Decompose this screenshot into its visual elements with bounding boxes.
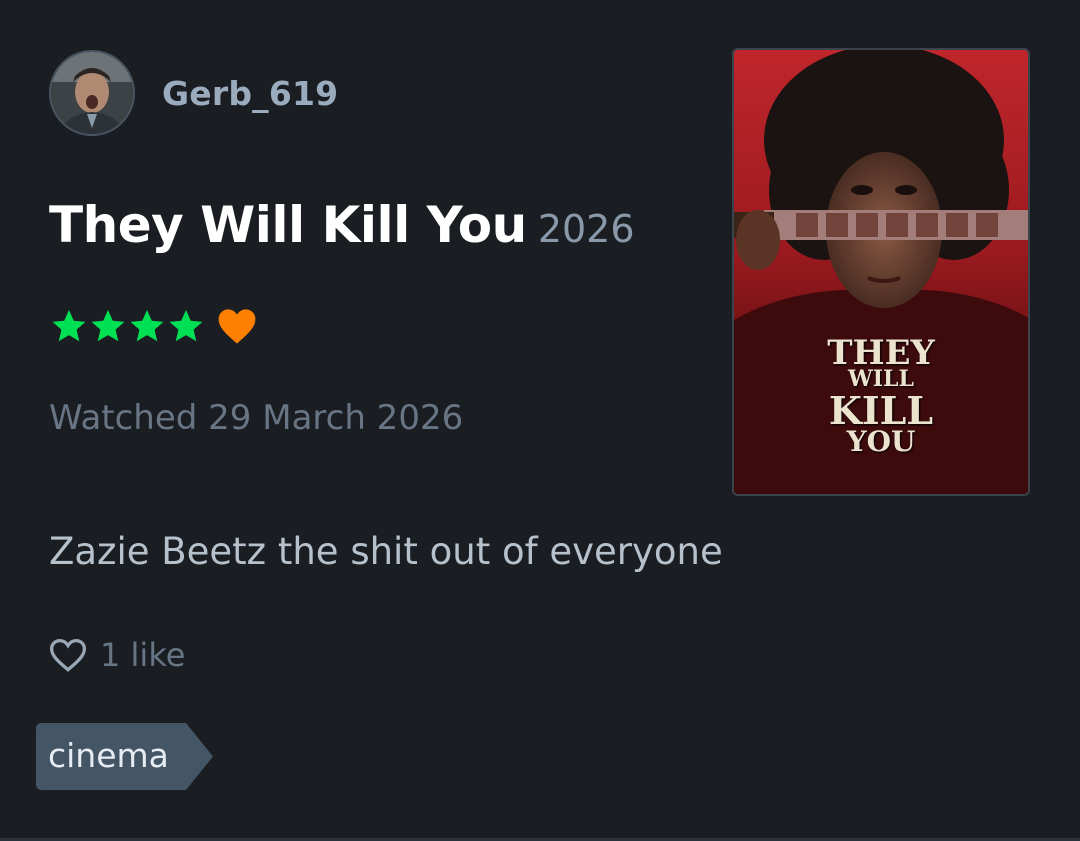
poster-title-line: YOU (846, 425, 916, 458)
heart-outline-icon[interactable] (48, 637, 88, 673)
like-button[interactable]: 1 like (48, 636, 185, 674)
avatar[interactable] (49, 50, 135, 136)
film-title[interactable]: They Will Kill You (49, 196, 527, 254)
watched-date: Watched 29 March 2026 (49, 398, 464, 438)
tag-cinema[interactable]: cinema (36, 723, 214, 790)
star-icon (169, 309, 203, 342)
star-icon (52, 309, 86, 342)
poster-title-line: THEY (827, 333, 935, 373)
poster-title-line: WILL (848, 366, 914, 392)
username[interactable]: Gerb_619 (162, 74, 338, 113)
film-heading: They Will Kill You 2026 (49, 196, 635, 254)
heart-icon (218, 309, 256, 344)
star-icon (91, 309, 125, 342)
review-text: Zazie Beetz the shit out of everyone (49, 530, 723, 573)
film-year[interactable]: 2026 (538, 207, 635, 251)
tag-label: cinema (48, 736, 169, 775)
likes-count: 1 like (100, 636, 186, 674)
rating (50, 306, 258, 346)
film-poster[interactable]: THEY WILL KILL YOU (732, 48, 1030, 496)
star-icon (130, 309, 164, 342)
